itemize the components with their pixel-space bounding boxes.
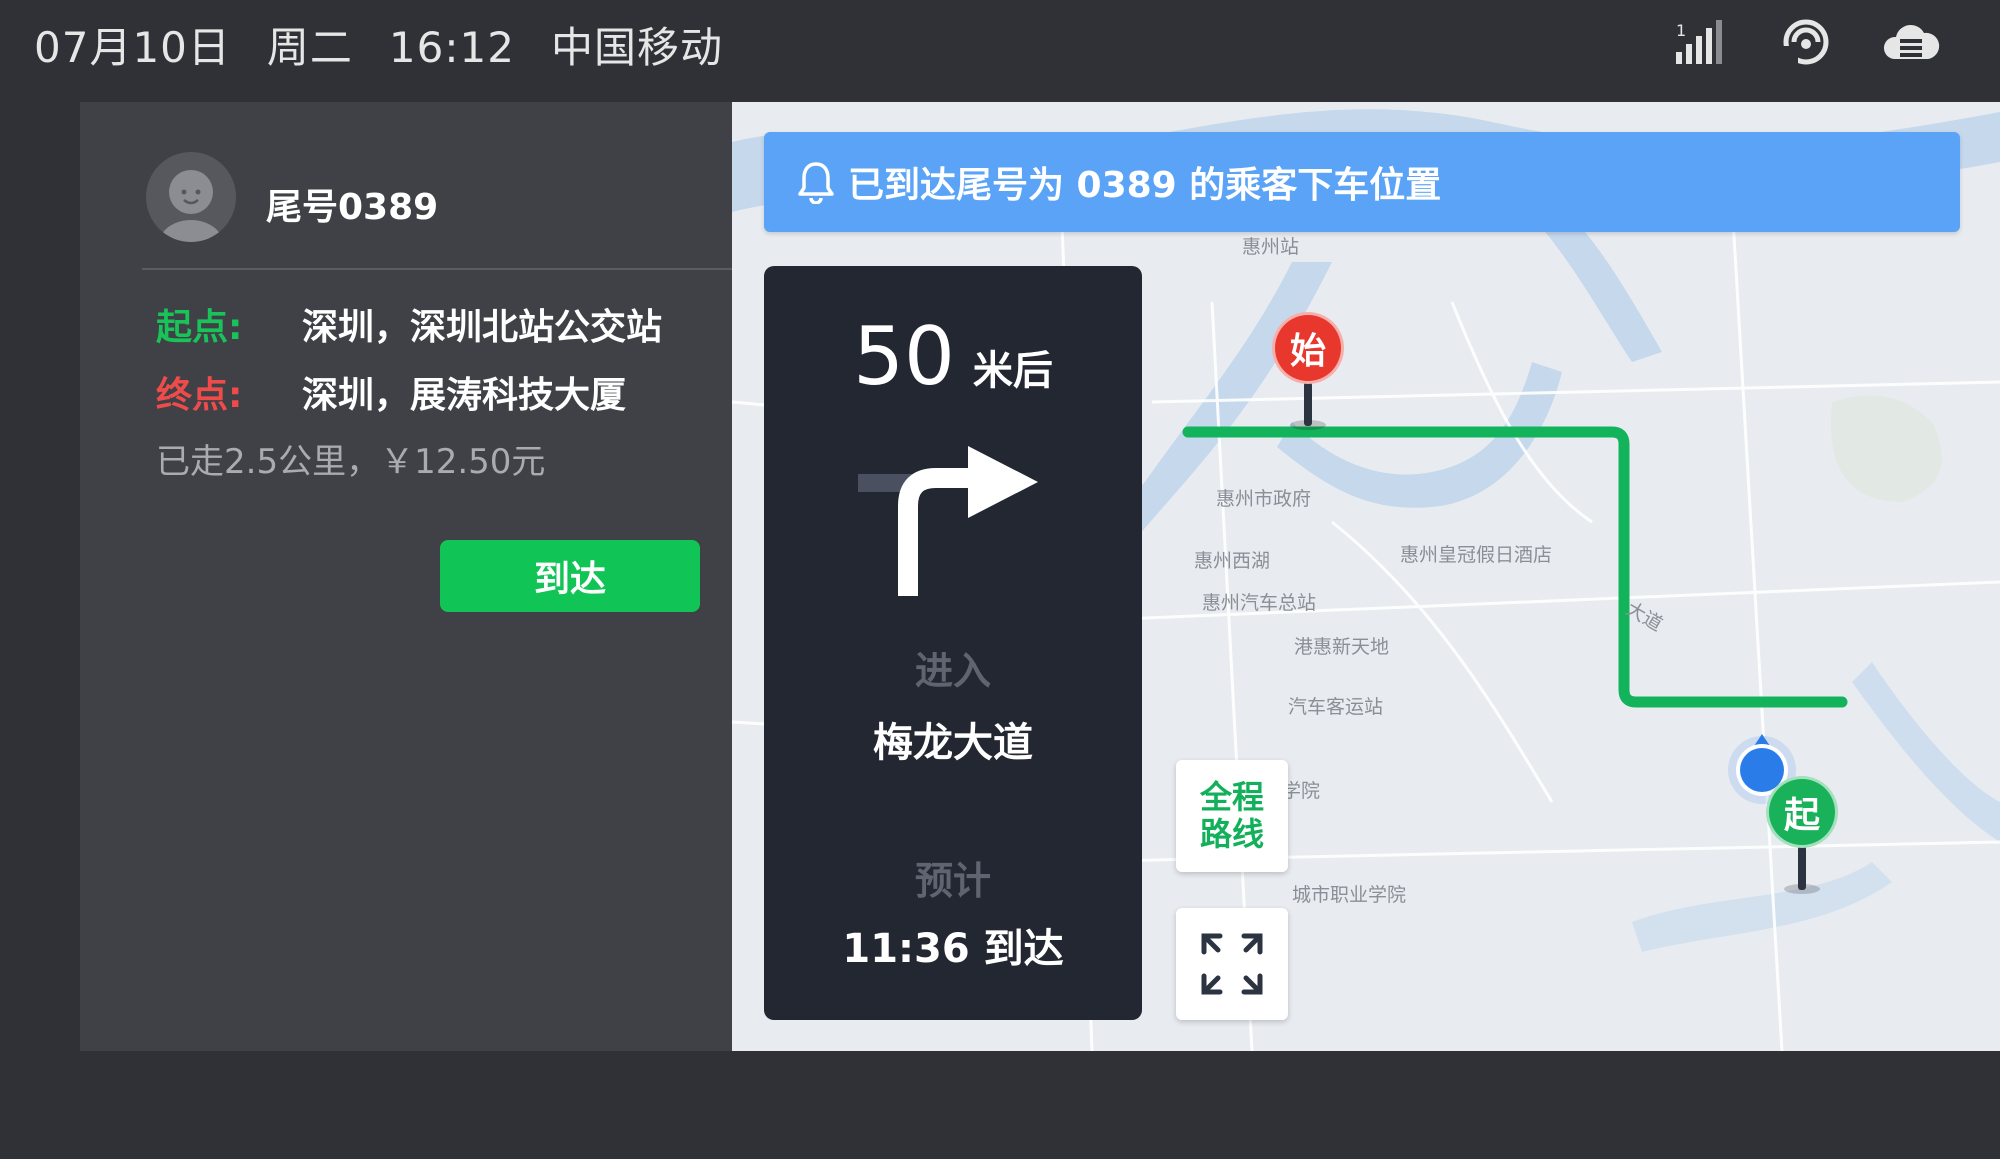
status-date: 07月10日 — [34, 23, 231, 72]
bottom-bar — [0, 1051, 2000, 1159]
trip-info: 已走2.5公里，￥12.50元 — [156, 442, 546, 482]
map-label-gov: 惠州市政府 — [1216, 488, 1312, 510]
start-pin-stem — [1798, 846, 1806, 890]
map-label-vocational: 城市职业学院 — [1292, 884, 1407, 906]
origin-pin-label: 始 — [1272, 312, 1344, 384]
wifi-icon — [1782, 19, 1829, 65]
map-label-west-lake: 惠州西湖 — [1194, 550, 1271, 572]
end-point-value: 深圳，展涛科技大厦 — [302, 375, 627, 416]
map-label-hotel: 惠州皇冠假日酒店 — [1400, 544, 1553, 566]
distance-unit: 米后 — [972, 348, 1053, 394]
expand-icon — [1201, 933, 1263, 995]
map-label-passenger-station: 汽车客运站 — [1288, 696, 1384, 718]
status-weekday: 周二 — [266, 23, 353, 72]
navigation-card: 50 米后 进入 梅龙大道 预计 11:36 到达 — [764, 266, 1142, 1020]
cloud-icon — [1883, 24, 1940, 60]
status-time: 16:12 — [388, 23, 515, 72]
full-route-button[interactable]: 全程 路线 — [1176, 760, 1288, 872]
start-point-label: 起点: — [156, 307, 243, 348]
start-point-row: 起点: 深圳，深圳北站公交站 — [156, 298, 662, 350]
status-icons: 1 — [1674, 16, 1940, 66]
avatar — [146, 152, 236, 242]
start-pin-label: 起 — [1766, 776, 1838, 848]
eta-label: 预计 — [914, 859, 991, 903]
road-name: 梅龙大道 — [873, 720, 1033, 766]
full-route-label-2: 路线 — [1199, 815, 1264, 853]
map-label-bus-station: 惠州汽车总站 — [1202, 592, 1317, 614]
status-bar: 07月10日 周二 16:12 中国移动 1 — [0, 0, 2000, 80]
map-label-station: 惠州站 — [1242, 236, 1300, 258]
notice-text: 已到达尾号为 0389 的乘客下车位置 — [848, 165, 1442, 206]
distance-readout: 50 米后 — [764, 310, 1142, 403]
full-route-label-1: 全程 — [1199, 778, 1264, 817]
svg-text:1: 1 — [1676, 21, 1686, 40]
origin-pin-stem — [1304, 382, 1312, 426]
turn-right-icon — [858, 446, 1038, 596]
status-carrier: 中国移动 — [550, 23, 723, 72]
passenger-panel: 尾号0389 起点: 深圳，深圳北站公交站 终点: 深圳，展涛科技大厦 已走2.5公… — [80, 102, 732, 1051]
map-label-xintiandi: 港惠新天地 — [1294, 636, 1390, 658]
distance-value: 50 — [853, 310, 955, 403]
passenger-name: 尾号0389 — [266, 187, 439, 228]
enter-label: 进入 — [914, 649, 991, 693]
start-point-value: 深圳，深圳北站公交站 — [302, 307, 663, 348]
divider — [142, 268, 732, 270]
status-left: 07月10日 周二 16:12 中国移动 — [34, 14, 759, 75]
arrive-button[interactable]: 到达 — [440, 540, 700, 612]
expand-button[interactable] — [1176, 908, 1288, 1020]
arrival-notice: 已到达尾号为 0389 的乘客下车位置 — [764, 132, 1960, 232]
end-point-label: 终点: — [156, 375, 243, 416]
end-point-row: 终点: 深圳，展涛科技大厦 — [156, 366, 626, 418]
signal-icon: 1 — [1676, 20, 1722, 64]
bell-icon — [798, 162, 834, 204]
map-view[interactable]: 惠州站 惠州市政府 惠州西湖 惠州皇冠假日酒店 惠州汽车总站 港惠新天地 汽车客… — [732, 102, 2000, 1051]
eta-value: 11:36 到达 — [842, 926, 1064, 972]
